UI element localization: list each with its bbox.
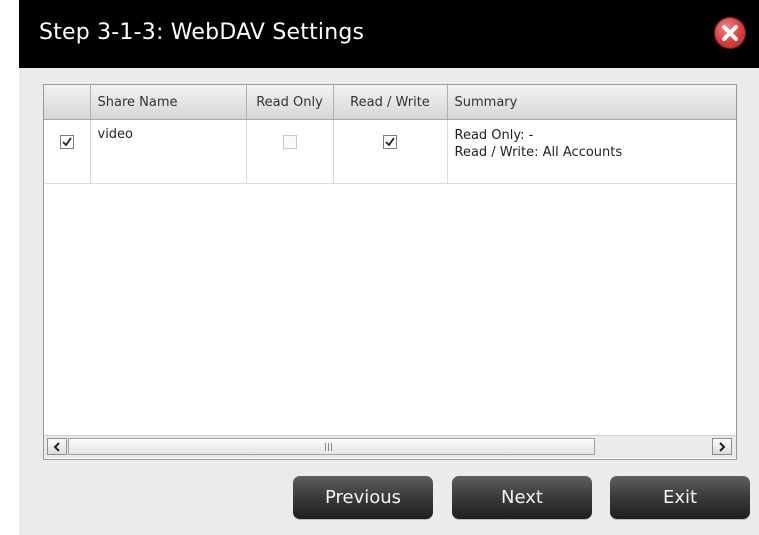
chevron-left-icon — [53, 442, 60, 452]
column-header-read-only[interactable]: Read Only — [246, 85, 334, 120]
scroll-left-button[interactable] — [47, 438, 67, 455]
column-header-read-write[interactable]: Read / Write — [333, 85, 448, 120]
summary-cell: Read Only: - Read / Write: All Accounts — [447, 119, 736, 184]
column-header-summary[interactable]: Summary — [447, 85, 736, 120]
scroll-right-button[interactable] — [712, 438, 732, 455]
summary-read-write: Read / Write: All Accounts — [454, 145, 623, 160]
horizontal-scrollbar[interactable] — [44, 435, 736, 458]
read-write-checkbox[interactable] — [383, 134, 397, 149]
close-icon — [722, 25, 738, 41]
next-button[interactable]: Next — [452, 476, 592, 519]
title-bar: Step 3-1-3: WebDAV Settings — [19, 0, 759, 68]
read-only-checkbox[interactable] — [282, 134, 297, 149]
share-table: Share Name Read Only Read / Write Summar… — [43, 84, 737, 460]
read-only-cell — [246, 119, 334, 184]
close-button[interactable] — [714, 17, 746, 49]
table-header-row: Share Name Read Only Read / Write Summar… — [44, 85, 736, 120]
checkmark-icon — [62, 136, 72, 146]
read-write-cell — [333, 119, 448, 184]
share-name-cell: video — [90, 119, 247, 184]
column-header-select[interactable] — [44, 85, 91, 120]
row-select-checkbox[interactable] — [59, 134, 74, 149]
share-grid: Share Name Read Only Read / Write Summar… — [44, 85, 736, 184]
checkmark-icon — [385, 136, 395, 146]
chevron-right-icon — [719, 442, 726, 452]
column-header-share-name[interactable]: Share Name — [90, 85, 247, 120]
row-select-cell — [44, 119, 91, 184]
scroll-thumb[interactable] — [68, 438, 595, 455]
exit-button[interactable]: Exit — [610, 476, 750, 519]
summary-read-only: Read Only: - — [454, 128, 534, 143]
dialog: Step 3-1-3: WebDAV Settings Share Name R… — [19, 0, 759, 535]
table-row[interactable]: video Read Only: - Read / Write: All Acc… — [44, 119, 736, 184]
dialog-title: Step 3-1-3: WebDAV Settings — [39, 20, 365, 45]
grip-icon — [325, 443, 334, 451]
previous-button[interactable]: Previous — [293, 476, 433, 519]
